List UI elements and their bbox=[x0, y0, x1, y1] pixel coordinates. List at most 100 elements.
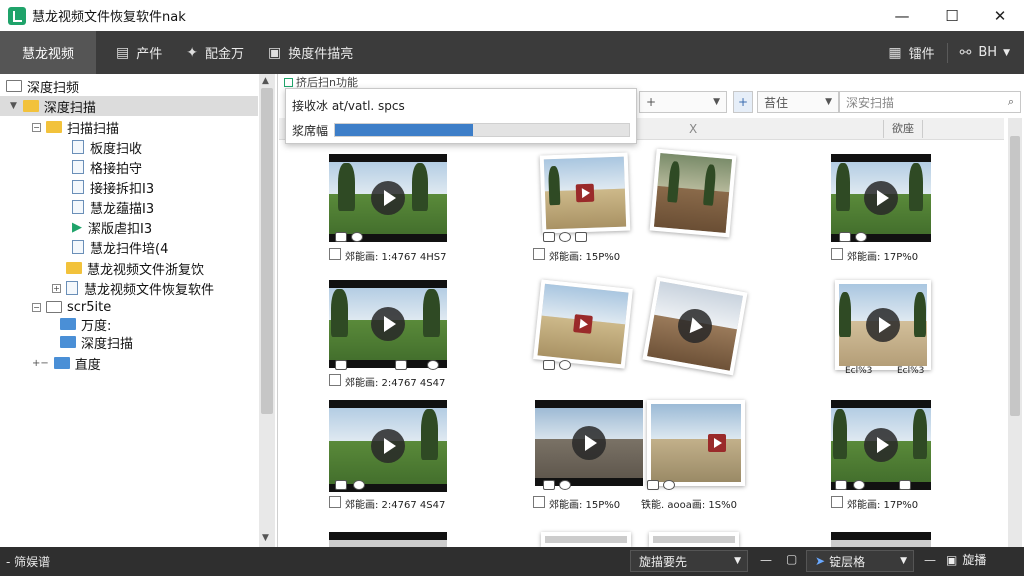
search-input[interactable]: 深安扫描 ⌕ bbox=[839, 91, 1021, 113]
tree-item-file[interactable]: 慧龙扫件培(4 bbox=[72, 237, 168, 257]
tree-item-label: 直度 bbox=[74, 357, 101, 373]
scan-mode-select[interactable]: 旋描要先 ▼ bbox=[630, 550, 748, 572]
tree-item-label: scr5ite bbox=[67, 299, 112, 315]
tree-item-root[interactable]: 深度扫频 bbox=[6, 76, 79, 96]
collapse-toggle-icon[interactable]: − bbox=[32, 302, 41, 312]
video-thumbnail[interactable] bbox=[329, 154, 447, 242]
tree-item-video[interactable]: ▶ 潔版虐扣I3 bbox=[72, 217, 152, 237]
toolbar-item-scan[interactable]: ▣ 换度件描亮 bbox=[256, 31, 365, 74]
video-thumbnail[interactable] bbox=[835, 280, 931, 370]
minus-icon[interactable]: — bbox=[924, 553, 936, 567]
tree-item-file[interactable]: 接接拆扣I3 bbox=[72, 177, 154, 197]
video-type-icon bbox=[543, 480, 555, 490]
tree-item-deep-scan[interactable]: ▼ 深度扫描 bbox=[0, 96, 258, 116]
thumbnail-caption: 郊能画: 17P%0 bbox=[847, 500, 919, 511]
video-thumbnail[interactable] bbox=[329, 532, 447, 547]
link-icon: ⚯ bbox=[959, 44, 972, 61]
toolbar-item-product[interactable]: ▤ 产件 bbox=[104, 31, 174, 74]
video-type-icon bbox=[899, 480, 911, 490]
play-icon[interactable] bbox=[864, 181, 898, 215]
maximize-button[interactable]: ☐ bbox=[928, 0, 976, 31]
select-checkbox[interactable] bbox=[831, 496, 843, 508]
file-icon bbox=[72, 240, 84, 254]
select-checkbox[interactable] bbox=[533, 248, 545, 260]
video-type-icon bbox=[543, 360, 555, 370]
play-icon[interactable] bbox=[371, 429, 405, 463]
minus-icon[interactable]: — bbox=[760, 553, 772, 567]
tree-item-file[interactable]: 板度扫收 bbox=[72, 137, 142, 157]
tree-item-scan[interactable]: − 扫描扫描 bbox=[32, 117, 119, 137]
camera-icon bbox=[855, 232, 867, 242]
video-thumbnail[interactable] bbox=[642, 276, 748, 376]
select-checkbox[interactable] bbox=[329, 248, 341, 260]
scroll-up-icon[interactable]: ▲ bbox=[262, 76, 269, 86]
tree-scrollbar[interactable]: ▲ ▼ bbox=[259, 74, 275, 547]
recover-button[interactable]: ▣ 旋播 bbox=[946, 551, 986, 568]
video-thumbnail[interactable] bbox=[541, 532, 631, 547]
play-icon[interactable] bbox=[573, 314, 593, 334]
sort-select[interactable]: 苔住 ▼ bbox=[757, 91, 839, 113]
video-thumbnail[interactable] bbox=[329, 400, 447, 492]
video-thumbnail[interactable] bbox=[533, 279, 633, 369]
view-toggle-button[interactable]: + bbox=[733, 91, 753, 113]
folder-icon bbox=[60, 336, 76, 348]
results-panel: + ▼ + 苔住 ▼ 深安扫描 ⌕ X 欲座 郊能画: 1:4767 4HS7 bbox=[279, 74, 1024, 547]
results-scrollbar[interactable] bbox=[1008, 118, 1022, 547]
expand-toggle-icon[interactable]: + bbox=[52, 283, 61, 293]
play-icon[interactable] bbox=[866, 308, 900, 342]
play-icon[interactable] bbox=[572, 426, 606, 460]
scrollbar-thumb[interactable] bbox=[1010, 136, 1020, 416]
thumb-tree bbox=[833, 409, 847, 459]
minimize-button[interactable]: — bbox=[878, 0, 926, 31]
tree-item-folder[interactable]: 万度: bbox=[60, 314, 111, 334]
tree-item-folder[interactable]: +− 直度 bbox=[32, 353, 101, 373]
toolbar-brand-tab[interactable]: 慧龙视频 bbox=[0, 31, 96, 74]
play-icon[interactable] bbox=[371, 181, 405, 215]
toolbar-item-label: 换度件描亮 bbox=[288, 47, 354, 62]
thumb-tree bbox=[423, 288, 440, 338]
thumbnail-caption: 郊能画: 15P%0 bbox=[549, 252, 621, 263]
video-thumbnail[interactable] bbox=[649, 532, 739, 547]
type-filter-select[interactable]: + ▼ bbox=[639, 91, 727, 113]
select-checkbox[interactable] bbox=[329, 496, 341, 508]
scroll-down-icon[interactable]: ▼ bbox=[262, 533, 269, 543]
filter-icon[interactable]: ⌕ bbox=[1008, 95, 1014, 109]
expand-toggle-icon[interactable]: +− bbox=[32, 358, 49, 369]
select-checkbox[interactable] bbox=[329, 374, 341, 386]
video-thumbnail[interactable] bbox=[831, 400, 931, 490]
video-thumbnail[interactable] bbox=[647, 400, 745, 486]
column-header[interactable]: 欲座 bbox=[883, 120, 923, 138]
play-icon[interactable] bbox=[371, 307, 405, 341]
video-thumbnail[interactable] bbox=[831, 154, 931, 242]
progress-bar bbox=[334, 123, 630, 137]
toolbar-item-link[interactable]: ⚯ BH ▼ bbox=[948, 31, 1024, 74]
tree-item-folder[interactable]: 慧龙视频文件浙复饮 bbox=[66, 258, 204, 278]
select-checkbox[interactable] bbox=[533, 496, 545, 508]
thumb-sky bbox=[651, 404, 741, 440]
tree-item-folder[interactable]: + 慧龙视频文件恢复软件 bbox=[52, 278, 214, 298]
letterbox-bar bbox=[831, 400, 931, 408]
video-thumbnail[interactable] bbox=[649, 148, 737, 238]
close-button[interactable]: ✕ bbox=[976, 0, 1024, 31]
chevron-down-icon: ▼ bbox=[1003, 47, 1010, 58]
thumb-tree bbox=[338, 162, 355, 212]
collapse-toggle-icon[interactable]: − bbox=[32, 122, 41, 132]
play-icon[interactable] bbox=[708, 434, 726, 452]
play-icon[interactable] bbox=[575, 183, 595, 203]
play-icon[interactable] bbox=[864, 428, 898, 462]
format-select[interactable]: ➤ 锭层格 ▼ bbox=[806, 550, 914, 572]
file-icon[interactable]: ▢ bbox=[786, 552, 797, 566]
video-thumbnail[interactable] bbox=[329, 280, 447, 368]
toolbar-item-building[interactable]: ▦ 镭件 bbox=[876, 31, 946, 74]
video-thumbnail[interactable] bbox=[831, 532, 931, 547]
tree-item-file[interactable]: 格接拍守 bbox=[72, 157, 142, 177]
select-checkbox[interactable] bbox=[831, 248, 843, 260]
column-header[interactable]: X bbox=[689, 122, 697, 136]
scrollbar-thumb[interactable] bbox=[261, 88, 273, 414]
tree-item-file[interactable]: 慧龙蕴描I3 bbox=[72, 197, 154, 217]
video-thumbnail[interactable] bbox=[535, 400, 643, 486]
video-thumbnail[interactable] bbox=[539, 152, 631, 234]
video-type-icon bbox=[395, 360, 407, 370]
toolbar-item-tools[interactable]: ✦ 配金万 bbox=[174, 31, 256, 74]
tree-item-folder[interactable]: 深度扫描 bbox=[60, 332, 133, 352]
